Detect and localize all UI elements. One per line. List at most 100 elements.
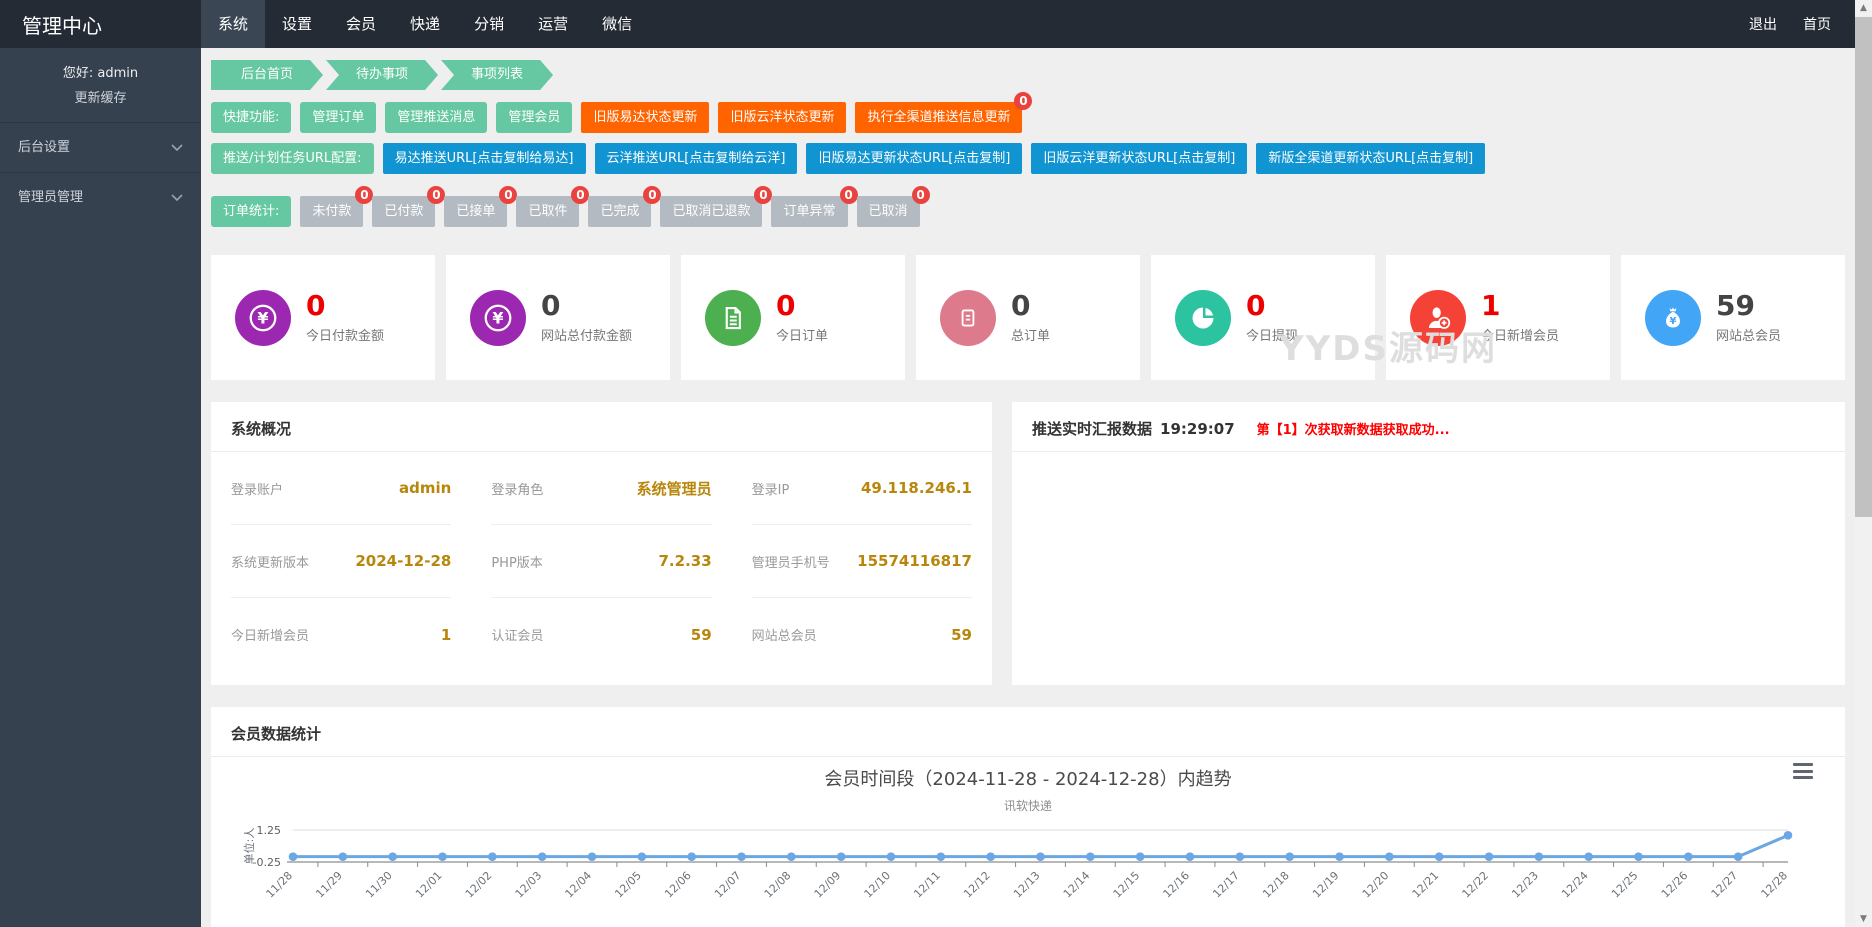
- quick-action-button[interactable]: 旧版易达状态更新: [581, 102, 709, 133]
- overview-label: 登录IP: [752, 479, 790, 498]
- count-badge: 0: [355, 186, 373, 204]
- scrollbar-thumb[interactable]: [1855, 17, 1872, 517]
- stat-card-label: 今日提现: [1246, 325, 1298, 344]
- nav-tab[interactable]: 运营: [521, 0, 585, 48]
- overview-label: 登录账户: [231, 479, 283, 498]
- nav-tab[interactable]: 快递: [393, 0, 457, 48]
- svg-text:12/09: 12/09: [812, 869, 844, 901]
- stat-card-value: 0: [1246, 291, 1298, 322]
- svg-text:¥: ¥: [1670, 316, 1677, 327]
- moneybag-icon: ¥: [1645, 290, 1701, 346]
- push-url-row: 推送/计划任务URL配置:易达推送URL[点击复制给易达]云洋推送URL[点击复…: [211, 143, 1845, 174]
- order-stat-button[interactable]: 已付款0: [372, 196, 435, 227]
- order-stat-button[interactable]: 已取件0: [516, 196, 579, 227]
- main-content: 后台首页待办事项事项列表 快捷功能:管理订单管理推送消息管理会员旧版易达状态更新…: [201, 48, 1855, 927]
- order-stat-button[interactable]: 已接单0: [444, 196, 507, 227]
- svg-text:12/26: 12/26: [1659, 869, 1691, 901]
- overview-cell: 登录账户 admin: [231, 452, 451, 525]
- push-url-button[interactable]: 旧版云洋更新状态URL[点击复制]: [1031, 143, 1247, 174]
- stat-card-value: 59: [1716, 291, 1781, 322]
- top-link[interactable]: 首页: [1803, 14, 1831, 34]
- nav-tab[interactable]: 微信: [585, 0, 649, 48]
- count-badge: 0: [643, 186, 661, 204]
- system-overview-title: 系统概况: [231, 418, 291, 439]
- sidebar-greeting: 您好: admin: [0, 48, 201, 81]
- top-bar: 管理中心 系统设置会员快递分销运营微信 退出 首页: [0, 0, 1855, 48]
- stat-card-label: 今日新增会员: [1481, 325, 1559, 344]
- svg-text:12/20: 12/20: [1360, 869, 1392, 901]
- stat-card-label: 总订单: [1011, 325, 1050, 344]
- overview-label: 今日新增会员: [231, 625, 309, 644]
- svg-text:12/24: 12/24: [1559, 869, 1591, 901]
- top-link[interactable]: 退出: [1749, 14, 1777, 34]
- overview-cell: 网站总会员 59: [752, 598, 972, 671]
- breadcrumb-item[interactable]: 后台首页: [211, 60, 323, 90]
- nav-tab[interactable]: 系统: [201, 0, 265, 48]
- sidebar: 您好: admin 更新缓存 后台设置管理员管理: [0, 48, 201, 927]
- svg-text:12/12: 12/12: [961, 869, 993, 901]
- order-stat-button[interactable]: 未付款0: [300, 196, 363, 227]
- overview-value: 2024-12-28: [355, 552, 451, 570]
- chart-title: 会员时间段（2024-11-28 - 2024-12-28）内趋势: [211, 765, 1845, 791]
- quick-action-button[interactable]: 管理推送消息: [385, 102, 487, 133]
- order-stat-label: 订单统计:: [211, 196, 291, 227]
- pie-icon: [1175, 290, 1231, 346]
- scroll-up-icon[interactable]: ▲: [1855, 0, 1872, 16]
- refresh-cache-link[interactable]: 更新缓存: [0, 81, 201, 122]
- svg-text:单位:人: 单位:人: [242, 828, 256, 865]
- push-url-button[interactable]: 易达推送URL[点击复制给易达]: [383, 143, 586, 174]
- overview-cell: 认证会员59: [491, 598, 711, 671]
- overview-label: 网站总会员: [752, 625, 817, 644]
- quick-actions-row: 快捷功能:管理订单管理推送消息管理会员旧版易达状态更新旧版云洋状态更新执行全渠道…: [211, 102, 1845, 133]
- stat-card: ¥0今日付款金额: [211, 255, 435, 380]
- vertical-scrollbar[interactable]: ▲ ▼: [1855, 0, 1872, 927]
- quick-action-button[interactable]: 旧版云洋状态更新: [718, 102, 846, 133]
- svg-text:12/11: 12/11: [911, 869, 943, 901]
- svg-text:12/13: 12/13: [1011, 869, 1043, 901]
- svg-text:12/02: 12/02: [463, 869, 495, 901]
- svg-text:11/29: 11/29: [313, 869, 345, 901]
- document-icon: [705, 290, 761, 346]
- stat-card: 0 总订单: [916, 255, 1140, 380]
- scroll-down-icon[interactable]: ▼: [1855, 911, 1872, 927]
- overview-cell: 系统更新版本2024-12-28: [231, 525, 451, 598]
- svg-text:12/21: 12/21: [1410, 869, 1442, 901]
- chart-toolbox-menu-icon[interactable]: [1793, 763, 1813, 779]
- app-title: 管理中心: [0, 0, 201, 48]
- user-add-icon: [1410, 290, 1466, 346]
- quick-action-button[interactable]: 管理会员: [496, 102, 572, 133]
- system-overview-panel: 系统概况 登录账户admin登录角色系统管理员登录IP49.118.246.1系…: [211, 402, 992, 685]
- push-url-button[interactable]: 新版全渠道更新状态URL[点击复制]: [1256, 143, 1485, 174]
- order-stat-button[interactable]: 订单异常0: [771, 196, 847, 227]
- svg-text:12/22: 12/22: [1460, 869, 1492, 901]
- order-stat-button[interactable]: 已取消已退款0: [660, 196, 762, 227]
- count-badge: 0: [840, 186, 858, 204]
- breadcrumb-item[interactable]: 待办事项: [326, 60, 438, 90]
- quick-action-button[interactable]: 管理订单: [300, 102, 376, 133]
- svg-text:12/08: 12/08: [762, 869, 794, 901]
- overview-value: 59: [951, 626, 972, 644]
- stat-card-label: 今日付款金额: [306, 325, 384, 344]
- quick-action-button[interactable]: 执行全渠道推送信息更新0: [855, 102, 1022, 133]
- count-badge: 0: [571, 186, 589, 204]
- nav-tab[interactable]: 分销: [457, 0, 521, 48]
- stat-card-value: 1: [1481, 291, 1559, 322]
- breadcrumb-item[interactable]: 事项列表: [441, 60, 553, 90]
- sidebar-menu[interactable]: 后台设置: [0, 122, 201, 172]
- push-url-button[interactable]: 云洋推送URL[点击复制给云洋]: [595, 143, 798, 174]
- stat-card-value: 0: [1011, 291, 1050, 322]
- order-stat-button[interactable]: 已取消0: [857, 196, 920, 227]
- push-url-button[interactable]: 旧版易达更新状态URL[点击复制]: [806, 143, 1022, 174]
- nav-tab[interactable]: 会员: [329, 0, 393, 48]
- sidebar-menu[interactable]: 管理员管理: [0, 172, 201, 222]
- stat-card: ¥59网站总会员: [1621, 255, 1845, 380]
- yen-circle-icon: ¥: [470, 290, 526, 346]
- push-report-status: 第【1】次获取新数据获取成功...: [1257, 419, 1450, 438]
- chevron-down-icon: [171, 194, 183, 202]
- svg-text:12/01: 12/01: [413, 869, 445, 901]
- nav-tab[interactable]: 设置: [265, 0, 329, 48]
- order-stat-button[interactable]: 已完成0: [588, 196, 651, 227]
- count-badge: 0: [1014, 92, 1032, 110]
- overview-value: admin: [399, 479, 451, 497]
- overview-label: 登录角色: [491, 479, 543, 498]
